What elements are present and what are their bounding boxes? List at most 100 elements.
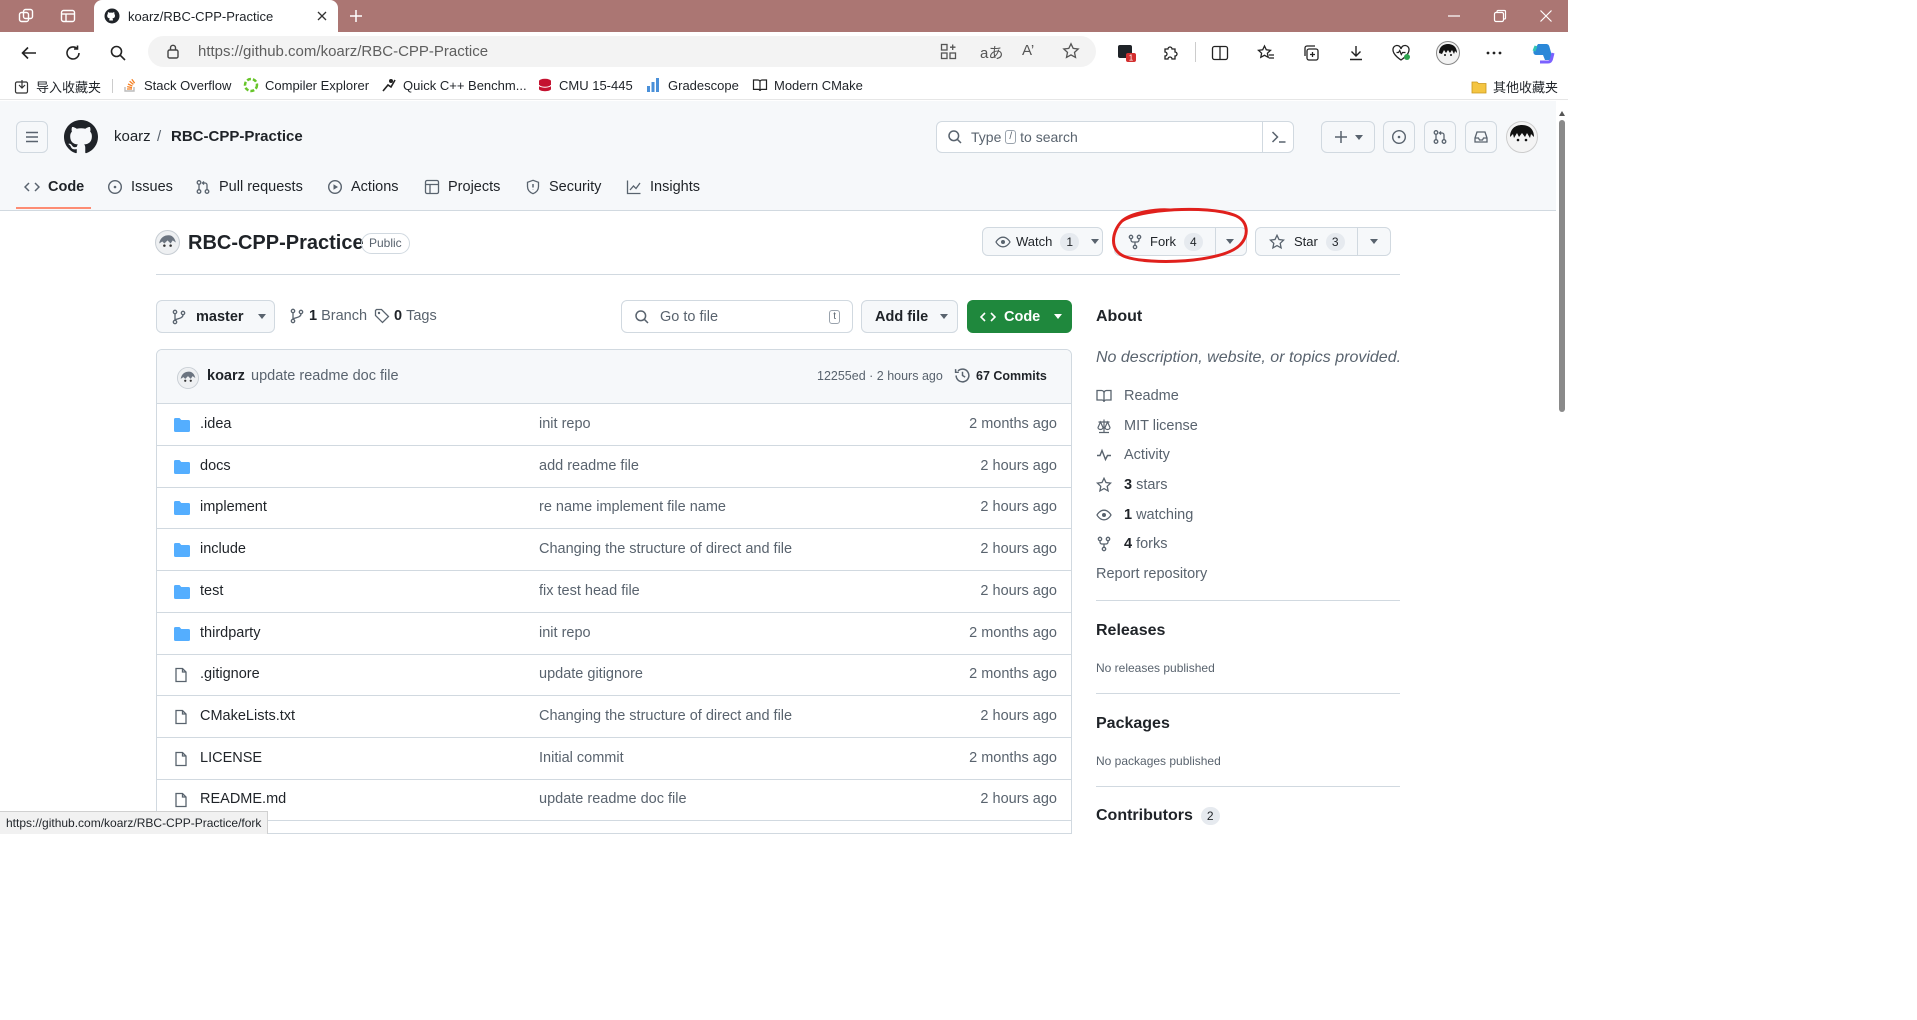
about-watching[interactable]: 1 watching bbox=[1096, 507, 1193, 523]
bookmark-modern-cmake[interactable]: Modern CMake bbox=[752, 77, 863, 93]
file-name[interactable]: thirdparty bbox=[200, 625, 260, 641]
file-name[interactable]: .idea bbox=[200, 416, 231, 432]
about-license[interactable]: MIT license bbox=[1096, 418, 1198, 434]
bookmark-gradescope[interactable]: Gradescope bbox=[646, 77, 739, 93]
table-row[interactable]: include Changing the structure of direct … bbox=[157, 529, 1071, 572]
browser-essentials-icon[interactable] bbox=[1390, 42, 1412, 64]
commit-author-avatar[interactable] bbox=[177, 367, 199, 389]
collections-icon[interactable] bbox=[1300, 42, 1322, 64]
packages-heading[interactable]: Packages bbox=[1096, 715, 1170, 733]
table-row[interactable]: test fix test head file 2 hours ago bbox=[157, 571, 1071, 613]
file-name[interactable]: LICENSE bbox=[200, 750, 262, 766]
star-dropdown-icon[interactable] bbox=[1370, 239, 1378, 244]
table-row[interactable]: implement re name implement file name 2 ho… bbox=[157, 487, 1071, 530]
user-avatar-icon[interactable] bbox=[1506, 121, 1538, 153]
minimize-icon[interactable] bbox=[1444, 6, 1464, 26]
bookmark-cmu[interactable]: CMU 15-445 bbox=[537, 77, 633, 93]
tab-pull-requests[interactable]: Pull requests bbox=[195, 163, 303, 211]
scroll-up-icon[interactable] bbox=[1559, 111, 1565, 116]
window-close-icon[interactable] bbox=[1536, 6, 1556, 26]
table-row[interactable]: CMakeLists.txt Changing the structure of … bbox=[157, 696, 1071, 738]
file-commit-message[interactable]: Changing the structure of direct and fil… bbox=[539, 708, 792, 724]
code-dropdown-button[interactable]: Code bbox=[967, 300, 1072, 333]
tab-code[interactable]: Code bbox=[24, 163, 84, 211]
inbox-button[interactable] bbox=[1465, 121, 1497, 153]
table-row[interactable]: .idea init repo 2 months ago bbox=[157, 404, 1071, 446]
file-commit-message[interactable]: add readme file bbox=[539, 458, 639, 474]
command-palette-icon[interactable] bbox=[1271, 130, 1287, 144]
read-aloud-icon[interactable]: A’ bbox=[1022, 42, 1034, 59]
scrollbar-thumb[interactable] bbox=[1559, 120, 1565, 412]
extensions-icon[interactable] bbox=[1160, 42, 1182, 64]
releases-heading[interactable]: Releases bbox=[1096, 622, 1165, 640]
table-row[interactable]: README.md update readme doc file 2 hours a… bbox=[157, 779, 1071, 822]
about-forks[interactable]: 4 forks bbox=[1096, 536, 1168, 552]
about-stars[interactable]: 3 stars bbox=[1096, 477, 1168, 493]
commit-author[interactable]: koarz bbox=[207, 368, 245, 384]
file-commit-message[interactable]: Changing the structure of direct and fil… bbox=[539, 541, 792, 557]
downloads-icon[interactable] bbox=[1345, 42, 1367, 64]
file-commit-message[interactable]: re name implement file name bbox=[539, 499, 726, 515]
tab-issues[interactable]: Issues bbox=[107, 163, 173, 211]
tab-actions[interactable]: Actions bbox=[327, 163, 399, 211]
file-commit-message[interactable]: fix test head file bbox=[539, 583, 640, 599]
table-row[interactable]: .gitignore update gitignore 2 months ago bbox=[157, 654, 1071, 697]
tab-projects[interactable]: Projects bbox=[424, 163, 500, 211]
bookmark-import[interactable]: 导入收藏夹 bbox=[14, 77, 101, 96]
lock-icon[interactable] bbox=[166, 43, 180, 59]
issues-button[interactable] bbox=[1383, 121, 1415, 153]
restore-icon[interactable] bbox=[1490, 6, 1510, 26]
file-name[interactable]: include bbox=[200, 541, 246, 557]
bookmark-quick-bench[interactable]: Quick C++ Benchm... bbox=[381, 77, 527, 93]
commit-hash-time[interactable]: 12255ed · 2 hours ago bbox=[817, 369, 943, 383]
search-input[interactable]: Type / to search bbox=[936, 121, 1294, 153]
about-activity[interactable]: Activity bbox=[1096, 447, 1170, 463]
pull-requests-button[interactable] bbox=[1424, 121, 1456, 153]
address-bar[interactable]: https://github.com/koarz/RBC-CPP-Practic… bbox=[148, 36, 1096, 67]
branch-select-button[interactable]: master bbox=[156, 300, 275, 333]
watch-button[interactable]: Watch 1 bbox=[982, 227, 1103, 256]
star-button[interactable]: Star 3 bbox=[1255, 227, 1391, 256]
url-text[interactable]: https://github.com/koarz/RBC-CPP-Practic… bbox=[198, 43, 488, 60]
add-file-button[interactable]: Add file bbox=[861, 300, 958, 333]
favorites-icon[interactable] bbox=[1255, 42, 1277, 64]
github-logo-icon[interactable] bbox=[64, 120, 98, 154]
bookmark-compiler-explorer[interactable]: Compiler Explorer bbox=[243, 77, 369, 93]
bookmark-other-folder[interactable]: 其他收藏夹 bbox=[1471, 77, 1558, 96]
tags-link[interactable]: 0 Tags bbox=[374, 308, 437, 324]
report-repository-link[interactable]: Report repository bbox=[1096, 566, 1207, 582]
favorite-star-icon[interactable] bbox=[1062, 42, 1080, 60]
breadcrumb-owner[interactable]: koarz bbox=[114, 128, 151, 145]
tab-actions-icon[interactable] bbox=[58, 6, 78, 26]
file-commit-message[interactable]: update gitignore bbox=[539, 666, 643, 682]
translate-icon[interactable]: aあ bbox=[980, 42, 1003, 63]
extension-badge-icon[interactable]: 1 bbox=[1116, 42, 1138, 64]
commits-link[interactable]: 67 Commits bbox=[954, 367, 1047, 384]
file-name[interactable]: test bbox=[200, 583, 223, 599]
new-tab-icon[interactable] bbox=[346, 6, 366, 26]
menu-button[interactable] bbox=[16, 121, 48, 153]
copilot-icon[interactable] bbox=[1530, 40, 1556, 66]
file-commit-message[interactable]: Initial commit bbox=[539, 750, 624, 766]
browser-search-icon[interactable] bbox=[107, 42, 129, 64]
table-row[interactable]: docs add readme file 2 hours ago bbox=[157, 446, 1071, 488]
repo-owner-avatar[interactable] bbox=[155, 230, 180, 255]
tab-insights[interactable]: Insights bbox=[626, 163, 700, 211]
file-name[interactable]: docs bbox=[200, 458, 231, 474]
file-commit-message[interactable]: init repo bbox=[539, 416, 591, 432]
tab-security[interactable]: Security bbox=[525, 163, 601, 211]
table-row[interactable]: thirdparty init repo 2 months ago bbox=[157, 613, 1071, 655]
split-screen-icon[interactable] bbox=[1209, 42, 1231, 64]
apps-icon[interactable] bbox=[940, 43, 957, 60]
file-name[interactable]: .gitignore bbox=[200, 666, 260, 682]
about-readme[interactable]: Readme bbox=[1096, 388, 1179, 404]
workspaces-icon[interactable] bbox=[16, 6, 36, 26]
table-row[interactable]: LICENSE Initial commit 2 months ago bbox=[157, 738, 1071, 780]
branches-link[interactable]: 1 Branch bbox=[289, 308, 367, 324]
file-commit-message[interactable]: update readme doc file bbox=[539, 791, 687, 807]
repo-title[interactable]: RBC-CPP-Practice bbox=[188, 232, 364, 255]
file-name[interactable]: implement bbox=[200, 499, 267, 515]
contributors-heading[interactable]: Contributors 2 bbox=[1096, 807, 1220, 825]
bookmark-stackoverflow[interactable]: Stack Overflow bbox=[122, 77, 231, 93]
file-name[interactable]: CMakeLists.txt bbox=[200, 708, 295, 724]
